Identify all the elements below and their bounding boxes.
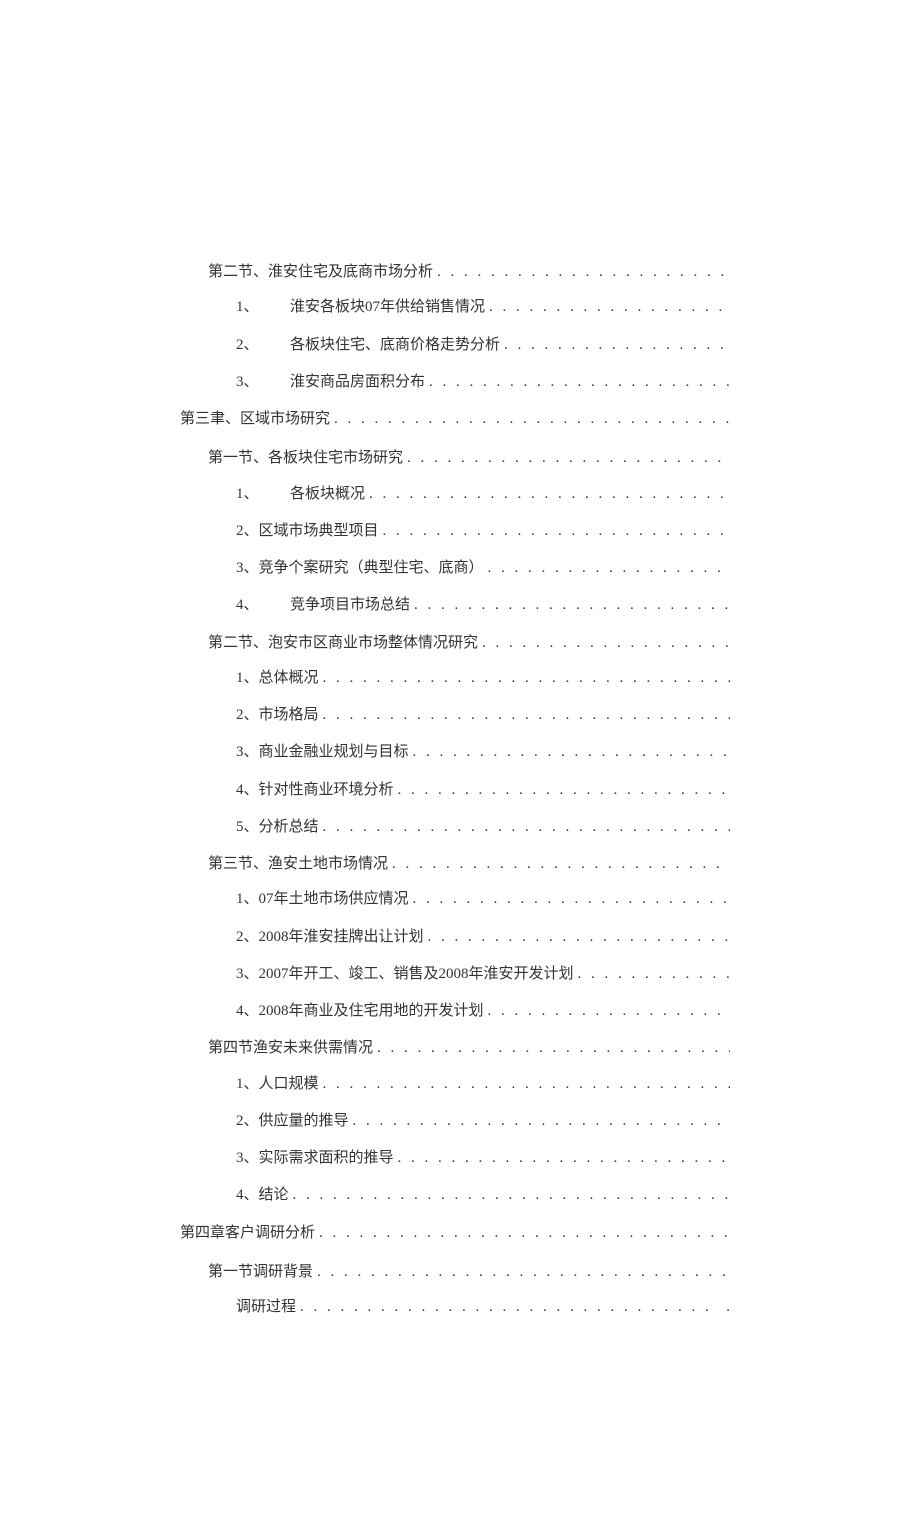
- toc-entry-label: 3、商业金融业规划与目标: [236, 741, 409, 764]
- toc-entry-label: 2、市场格局: [236, 704, 319, 727]
- toc-entry: 4、2008年商业及住宅用地的开发计划: [180, 1000, 730, 1023]
- toc-leader-dots: [428, 926, 730, 949]
- toc-leader-dots: [488, 557, 730, 580]
- toc-entry-number: 1、: [236, 296, 290, 319]
- toc-entry: 1、人口规模: [180, 1073, 730, 1096]
- toc-entry: 2、市场格局: [180, 704, 730, 727]
- toc-entry-label: 第三聿、区域市场研究: [180, 408, 330, 431]
- toc-entry-label: 第二节、泡安市区商业市场整体情况研究: [208, 632, 478, 655]
- toc-leader-dots: [369, 483, 730, 506]
- toc-entry-label: 第一节、各板块住宅市场研究: [208, 447, 403, 470]
- toc-entry-label: 2、2008年淮安挂牌出让计划: [236, 926, 424, 949]
- toc-leader-dots: [504, 334, 730, 357]
- toc-leader-dots: [377, 1037, 730, 1060]
- toc-entry-number: 1、: [236, 483, 290, 506]
- toc-leader-dots: [317, 1261, 730, 1284]
- toc-trailing-dot: .: [726, 1296, 730, 1319]
- toc-entry-label: 第四章客户调研分析: [180, 1222, 315, 1245]
- toc-entry: 2、各板块住宅、底商价格走势分析: [180, 334, 730, 357]
- toc-entry-label: 5、分析总结: [236, 816, 319, 839]
- toc-entry-label: 3、竞争个案研究（典型住宅、底商）: [236, 557, 484, 580]
- toc-entry: 4、竞争项目市场总结: [180, 594, 730, 617]
- toc-entry: 3、实际需求面积的推导: [180, 1147, 730, 1170]
- toc-entry-label: 各板块住宅、底商价格走势分析: [290, 334, 500, 357]
- toc-leader-dots: [323, 816, 730, 839]
- toc-leader-dots: [489, 296, 730, 319]
- toc-entry-label: 4、针对性商业环境分析: [236, 779, 394, 802]
- toc-entry-label: 调研过程: [236, 1296, 296, 1319]
- toc-entry: 调研过程.: [180, 1296, 730, 1319]
- toc-entry: 3、竞争个案研究（典型住宅、底商）: [180, 557, 730, 580]
- toc-entry: 1、07年土地市场供应情况: [180, 888, 730, 911]
- toc-entry-label: 4、2008年商业及住宅用地的开发计划: [236, 1000, 484, 1023]
- toc-entry-label: 1、人口规模: [236, 1073, 319, 1096]
- toc-leader-dots: [413, 888, 730, 911]
- toc-entry: 1、总体概况: [180, 667, 730, 690]
- toc-entry: 4、结论: [180, 1184, 730, 1207]
- toc-entry: 2、2008年淮安挂牌出让计划: [180, 926, 730, 949]
- toc-leader-dots: [334, 408, 730, 431]
- toc-entry-label: 4、结论: [236, 1184, 289, 1207]
- toc-leader-dots: [323, 667, 730, 690]
- toc-entry-label: 3、2007年开工、竣工、销售及2008年淮安开发计划: [236, 963, 574, 986]
- toc-leader-dots: [578, 963, 730, 986]
- toc-entry-label: 第一节调研背景: [208, 1261, 313, 1284]
- toc-leader-dots: [488, 1000, 730, 1023]
- toc-leader-dots: [319, 1222, 730, 1245]
- toc-entry-label: 1、07年土地市场供应情况: [236, 888, 409, 911]
- toc-entry-label: 竞争项目市场总结: [290, 594, 410, 617]
- toc-entry: 第四章客户调研分析: [180, 1222, 730, 1245]
- toc-entry: 第三聿、区域市场研究: [180, 408, 730, 431]
- toc-leader-dots: [413, 741, 730, 764]
- toc-entry: 3、淮安商品房面积分布: [180, 371, 730, 394]
- toc-entry-label: 2、区域市场典型项目: [236, 520, 379, 543]
- table-of-contents: 第二节、淮安住宅及底商市场分析1、淮安各板块07年供给销售情况2、各板块住宅、底…: [180, 261, 730, 1319]
- toc-leader-dots: [437, 261, 730, 284]
- toc-leader-dots: [429, 371, 730, 394]
- toc-entry-number: 2、: [236, 334, 290, 357]
- toc-leader-dots: [414, 594, 730, 617]
- toc-leader-dots: [323, 1073, 730, 1096]
- toc-entry-label: 各板块概况: [290, 483, 365, 506]
- toc-entry: 4、针对性商业环境分析: [180, 779, 730, 802]
- toc-entry: 第四节渔安未来供需情况: [180, 1037, 730, 1060]
- toc-leader-dots: [300, 1296, 716, 1319]
- toc-entry-label: 2、供应量的推导: [236, 1110, 349, 1133]
- toc-entry-label: 淮安商品房面积分布: [290, 371, 425, 394]
- toc-leader-dots: [392, 853, 730, 876]
- toc-entry: 第一节调研背景: [180, 1261, 730, 1284]
- toc-entry-label: 3、实际需求面积的推导: [236, 1147, 394, 1170]
- toc-leader-dots: [353, 1110, 730, 1133]
- toc-entry-number: 3、: [236, 371, 290, 394]
- toc-leader-dots: [293, 1184, 730, 1207]
- toc-entry: 2、供应量的推导: [180, 1110, 730, 1133]
- toc-leader-dots: [323, 704, 730, 727]
- toc-entry-label: 淮安各板块07年供给销售情况: [290, 296, 485, 319]
- toc-entry: 第三节、渔安土地市场情况: [180, 853, 730, 876]
- toc-entry: 1、淮安各板块07年供给销售情况: [180, 296, 730, 319]
- toc-entry: 第二节、泡安市区商业市场整体情况研究: [180, 632, 730, 655]
- toc-entry-label: 第二节、淮安住宅及底商市场分析: [208, 261, 433, 284]
- toc-entry-label: 第四节渔安未来供需情况: [208, 1037, 373, 1060]
- toc-leader-dots: [482, 632, 730, 655]
- toc-entry: 第二节、淮安住宅及底商市场分析: [180, 261, 730, 284]
- toc-entry-label: 1、总体概况: [236, 667, 319, 690]
- toc-entry-number: 4、: [236, 594, 290, 617]
- toc-leader-dots: [383, 520, 730, 543]
- toc-entry: 第一节、各板块住宅市场研究: [180, 447, 730, 470]
- toc-leader-dots: [398, 779, 730, 802]
- toc-leader-dots: [398, 1147, 730, 1170]
- toc-entry: 1、各板块概况: [180, 483, 730, 506]
- toc-entry: 3、2007年开工、竣工、销售及2008年淮安开发计划: [180, 963, 730, 986]
- toc-entry: 5、分析总结: [180, 816, 730, 839]
- toc-leader-dots: [407, 447, 730, 470]
- toc-entry: 3、商业金融业规划与目标: [180, 741, 730, 764]
- toc-entry: 2、区域市场典型项目: [180, 520, 730, 543]
- toc-entry-label: 第三节、渔安土地市场情况: [208, 853, 388, 876]
